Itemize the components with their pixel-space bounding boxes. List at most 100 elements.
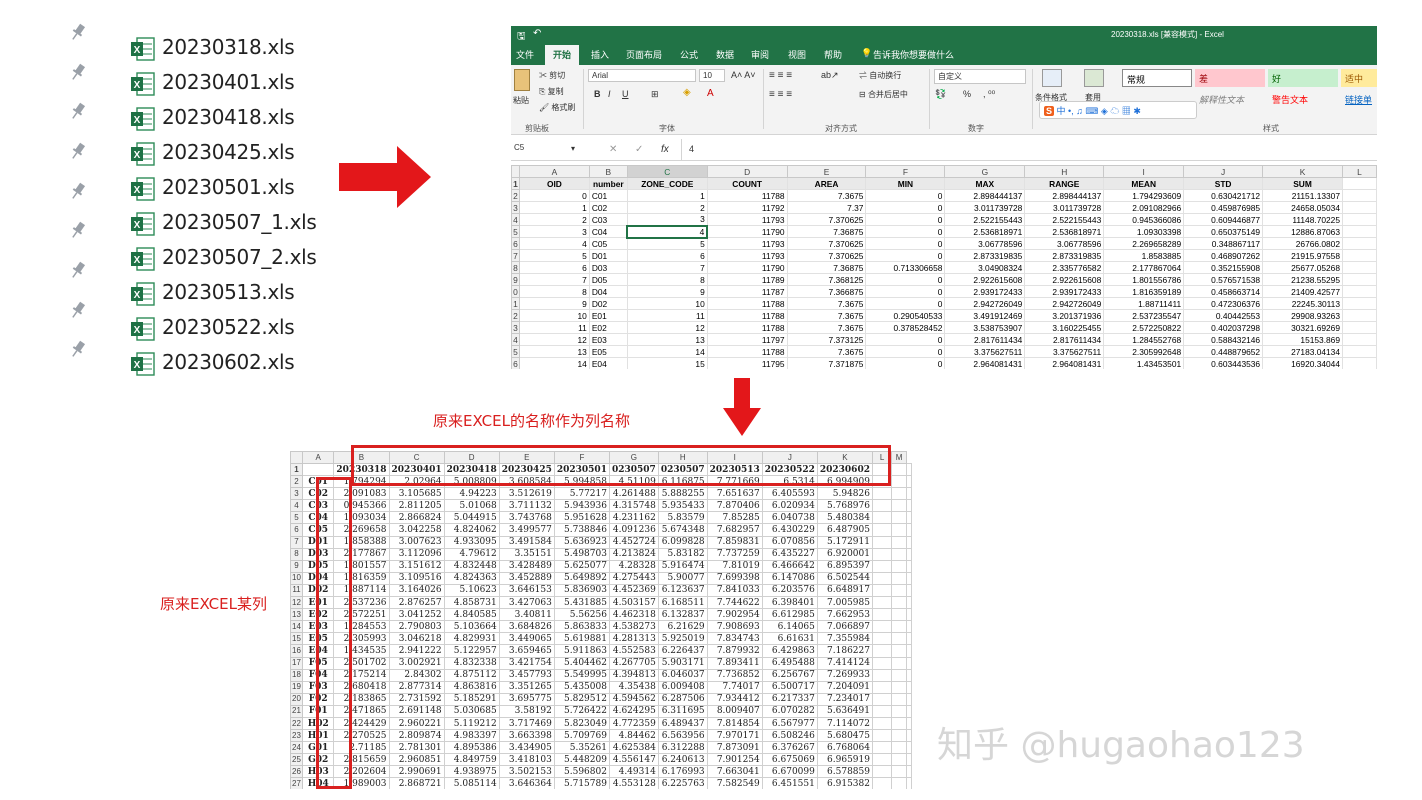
empty-cell[interactable] bbox=[1342, 357, 1377, 369]
empty-cell[interactable] bbox=[871, 523, 893, 537]
empty-cell[interactable] bbox=[906, 716, 912, 731]
table-cell[interactable]: 3.375627511 bbox=[1024, 345, 1105, 358]
table-cell[interactable]: 6.168511 bbox=[657, 596, 708, 610]
ime-toolbar[interactable]: S 中 •, ♫ ⌨ ◈ ☁ ▦ ✱ bbox=[1039, 101, 1197, 119]
table-cell[interactable]: 7.74017 bbox=[706, 680, 763, 694]
table-cell[interactable]: 4.49314 bbox=[608, 765, 659, 779]
table-cell[interactable]: 7.841033 bbox=[706, 583, 763, 598]
column-header[interactable]: D bbox=[706, 165, 788, 178]
empty-cell[interactable] bbox=[906, 765, 912, 779]
undo-icon[interactable]: ↶ bbox=[533, 28, 541, 39]
empty-cell[interactable] bbox=[891, 499, 907, 513]
tab-view[interactable]: 视图 bbox=[788, 48, 806, 61]
row-number[interactable]: 10 bbox=[290, 571, 303, 585]
table-cell[interactable]: 6.502544 bbox=[816, 571, 873, 585]
row-number[interactable]: 16 bbox=[290, 644, 303, 658]
table-cell[interactable]: 6.487905 bbox=[816, 523, 873, 537]
column-header[interactable]: H bbox=[1024, 165, 1105, 178]
table-cell[interactable]: 2.305992648 bbox=[1103, 345, 1185, 358]
empty-cell[interactable] bbox=[906, 632, 912, 646]
file-item[interactable]: X 20230507_2.xls bbox=[62, 242, 317, 277]
table-cell[interactable]: 6.405593 bbox=[761, 487, 818, 501]
column-header[interactable]: A bbox=[518, 165, 590, 178]
table-cell[interactable]: 2.691148 bbox=[388, 704, 445, 718]
empty-cell[interactable] bbox=[871, 704, 893, 718]
row-number[interactable]: 7 bbox=[511, 249, 520, 262]
table-cell[interactable]: 11788 bbox=[706, 297, 788, 310]
table-cell[interactable]: 3.04908324 bbox=[944, 261, 1026, 274]
empty-cell[interactable] bbox=[871, 535, 893, 549]
table-cell[interactable]: 5.649892 bbox=[553, 571, 610, 585]
table-cell[interactable]: C03 bbox=[588, 213, 628, 226]
table-cell[interactable]: 3.427063 bbox=[498, 596, 555, 610]
empty-cell[interactable] bbox=[891, 680, 907, 694]
table-cell[interactable]: 4.281313 bbox=[608, 632, 659, 646]
file-item[interactable]: X 20230522.xls bbox=[62, 312, 298, 347]
table-cell[interactable]: 2.572250822 bbox=[1103, 321, 1185, 334]
table-cell[interactable]: D04 bbox=[588, 285, 628, 298]
table-cell[interactable]: 0 bbox=[865, 357, 946, 369]
tab-insert[interactable]: 插入 bbox=[591, 48, 609, 61]
table-cell[interactable]: 5.951628 bbox=[553, 511, 610, 525]
table-cell[interactable]: 6.256767 bbox=[761, 668, 818, 682]
empty-cell[interactable] bbox=[906, 692, 912, 706]
empty-cell[interactable] bbox=[906, 571, 912, 585]
table-cell[interactable]: 8.009407 bbox=[706, 704, 763, 718]
table-cell[interactable]: 2.898444137 bbox=[1024, 189, 1105, 202]
table-cell[interactable]: 6.648917 bbox=[816, 583, 873, 598]
table-cell[interactable]: 7.3675 bbox=[786, 189, 867, 202]
table-cell[interactable]: 0 bbox=[865, 333, 946, 346]
row-number[interactable]: 7 bbox=[290, 535, 303, 549]
tab-home[interactable]: 开始 bbox=[545, 45, 580, 66]
table-cell[interactable]: 3.646153 bbox=[498, 583, 555, 598]
table-cell[interactable]: 3.35151 bbox=[498, 547, 555, 561]
wrap-text-button[interactable]: ⇌ 自动换行 bbox=[859, 70, 901, 81]
table-cell[interactable]: 0 bbox=[865, 249, 946, 262]
table-cell[interactable]: 3.151612 bbox=[388, 559, 445, 573]
table-cell[interactable]: 13 bbox=[626, 333, 708, 346]
table-cell[interactable]: 0 bbox=[518, 189, 590, 202]
column-header[interactable]: C bbox=[626, 165, 708, 178]
table-cell[interactable]: 7.902954 bbox=[706, 608, 763, 622]
table-cell[interactable]: 4.79612 bbox=[443, 547, 500, 561]
table-cell[interactable]: 4.875112 bbox=[443, 668, 500, 682]
table-cell[interactable]: 6.500717 bbox=[761, 680, 818, 694]
table-cell[interactable]: 5.836903 bbox=[553, 583, 610, 598]
table-cell[interactable]: 9 bbox=[518, 297, 590, 310]
table-cell[interactable]: 7.355984 bbox=[816, 632, 873, 646]
table-cell[interactable]: 3.40811 bbox=[498, 608, 555, 622]
header-cell[interactable]: OID bbox=[518, 177, 590, 190]
table-cell[interactable]: 7.736852 bbox=[706, 668, 763, 682]
table-cell[interactable]: 0 bbox=[865, 213, 946, 226]
empty-cell[interactable] bbox=[906, 704, 912, 718]
file-item[interactable]: X 20230401.xls bbox=[62, 67, 298, 102]
table-cell[interactable]: 11793 bbox=[706, 213, 788, 226]
table-cell[interactable]: 11790 bbox=[706, 225, 788, 238]
table-cell[interactable]: 5.715789 bbox=[553, 777, 610, 789]
table-cell[interactable]: 6.567977 bbox=[761, 716, 818, 731]
table-cell[interactable]: 7.186227 bbox=[816, 644, 873, 658]
empty-cell[interactable] bbox=[906, 680, 912, 694]
table-cell[interactable]: 5.122957 bbox=[443, 644, 500, 658]
table-cell[interactable]: 4.452369 bbox=[608, 583, 659, 598]
table-cell[interactable]: 15153.869 bbox=[1262, 333, 1343, 346]
table-cell[interactable]: 5.56256 bbox=[553, 608, 610, 622]
pin-icon[interactable] bbox=[68, 141, 88, 161]
pin-icon[interactable] bbox=[68, 220, 88, 240]
tab-help[interactable]: 帮助 bbox=[824, 48, 842, 61]
table-cell[interactable]: 4.840585 bbox=[443, 608, 500, 622]
table-cell[interactable]: 4.315748 bbox=[608, 499, 659, 513]
row-number[interactable]: 14 bbox=[290, 620, 303, 634]
table-cell[interactable]: 6.046037 bbox=[657, 668, 708, 682]
table-cell[interactable]: 6.14065 bbox=[761, 620, 818, 634]
pin-icon[interactable] bbox=[68, 101, 88, 121]
table-cell[interactable]: 7.373125 bbox=[786, 333, 867, 346]
header-cell[interactable]: COUNT bbox=[706, 177, 788, 190]
table-cell[interactable]: 2.866824 bbox=[388, 511, 445, 525]
table-cell[interactable]: 1.88711411 bbox=[1103, 297, 1185, 310]
table-cell[interactable]: 3.684826 bbox=[498, 620, 555, 634]
table-cell[interactable]: 5.709769 bbox=[553, 729, 610, 743]
table-cell[interactable]: 6.176993 bbox=[657, 765, 708, 779]
table-cell[interactable]: 5.625077 bbox=[553, 559, 610, 573]
table-cell[interactable]: 0 bbox=[865, 297, 946, 310]
